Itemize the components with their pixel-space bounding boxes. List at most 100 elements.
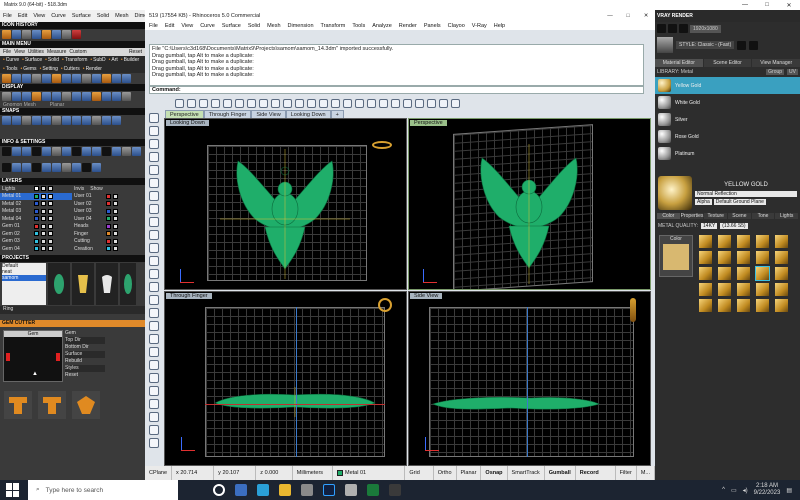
- material-tab[interactable]: Tone: [751, 213, 775, 219]
- project-thumb[interactable]: [96, 262, 118, 305]
- cutter-thumb[interactable]: [38, 390, 66, 419]
- gem-option[interactable]: Styles: [65, 364, 105, 372]
- toolbar-icon[interactable]: [199, 98, 208, 108]
- display-mode-label[interactable]: Planar: [50, 102, 64, 108]
- layer-color-swatch[interactable]: [106, 208, 111, 214]
- side-tool-icon[interactable]: [149, 425, 159, 435]
- layer-color-swatch[interactable]: [106, 238, 111, 244]
- tool-icon[interactable]: [112, 74, 121, 83]
- viewport-label[interactable]: Looking Down: [166, 120, 209, 126]
- layer-row[interactable]: Gem 01: [0, 223, 72, 231]
- snap-icon[interactable]: [22, 116, 31, 125]
- side-tool-icon[interactable]: [149, 165, 159, 175]
- layer-color-swatch[interactable]: [106, 216, 111, 222]
- layer-indicator[interactable]: Metal 01: [333, 466, 406, 480]
- metal-swatch[interactable]: [755, 266, 770, 281]
- viewport-through-finger[interactable]: Through Finger: [164, 291, 407, 466]
- layer-visibility-toggle[interactable]: [113, 201, 118, 207]
- layer-row[interactable]: Metal 04: [0, 215, 72, 223]
- rhino-app-icon[interactable]: [389, 484, 401, 496]
- layer-visibility-toggle[interactable]: [41, 193, 46, 199]
- toolbar-icon[interactable]: [415, 98, 424, 108]
- layer-color-swatch[interactable]: [106, 193, 111, 199]
- snap-icon[interactable]: [42, 116, 51, 125]
- status-toggle[interactable]: Gumball: [545, 466, 576, 480]
- vray-tab[interactable]: Material Editor: [655, 59, 703, 67]
- toolbar-icon[interactable]: [259, 98, 268, 108]
- metal-swatch[interactable]: [737, 299, 750, 312]
- material-tab[interactable]: Scene: [728, 213, 751, 219]
- tool-icon[interactable]: [62, 74, 71, 83]
- uv-control[interactable]: UV: [787, 69, 798, 75]
- status-toggle[interactable]: SmartTrack: [508, 466, 545, 480]
- side-tool-icon[interactable]: [149, 256, 159, 266]
- layer-visibility-toggle[interactable]: [113, 231, 118, 237]
- layer-color-swatch[interactable]: [34, 246, 39, 252]
- side-tool-icon[interactable]: [149, 386, 159, 396]
- side-tool-icon[interactable]: [149, 191, 159, 201]
- layer-row[interactable]: Finger: [72, 230, 144, 238]
- info-icon[interactable]: [32, 147, 41, 156]
- metal-swatch[interactable]: [699, 299, 712, 312]
- side-tool-icon[interactable]: [149, 282, 159, 292]
- layer-color-swatch[interactable]: [106, 201, 111, 207]
- tool-icon[interactable]: [42, 74, 51, 83]
- layer-color-swatch[interactable]: [106, 246, 111, 252]
- edge-icon[interactable]: [257, 484, 269, 496]
- snap-icon[interactable]: [62, 116, 71, 125]
- ring-gizmo-icon[interactable]: [372, 141, 392, 149]
- alpha-label[interactable]: Alpha: [695, 198, 712, 205]
- rhino-menu-item[interactable]: Mesh: [267, 23, 280, 29]
- side-tool-icon[interactable]: [149, 321, 159, 331]
- viewport-label[interactable]: Through Finger: [166, 293, 212, 299]
- display-icon[interactable]: [112, 92, 121, 101]
- gem-option[interactable]: Reset: [65, 371, 105, 379]
- layer-row[interactable]: Gem 02: [0, 230, 72, 238]
- status-toggle[interactable]: Record History: [576, 466, 616, 490]
- layer-color-swatch[interactable]: [34, 231, 39, 237]
- display-icon[interactable]: [32, 92, 41, 101]
- rhino-menu-item[interactable]: Tools: [352, 23, 365, 29]
- render-icon[interactable]: [668, 24, 677, 33]
- tool-icon[interactable]: [12, 74, 21, 83]
- info-icon[interactable]: [72, 147, 81, 156]
- ring-gizmo-icon[interactable]: [378, 298, 392, 312]
- rhino-menu-item[interactable]: Panels: [424, 23, 441, 29]
- taskbar-search[interactable]: ⌕ Type here to search: [28, 480, 178, 500]
- metal-swatch[interactable]: [756, 251, 769, 264]
- layer-row[interactable]: User 02: [72, 200, 144, 208]
- layer-lock-toggle[interactable]: [48, 186, 53, 192]
- toolbar-icon[interactable]: [331, 98, 340, 108]
- gem-option[interactable]: Rebuild: [65, 357, 105, 365]
- material-item[interactable]: Platinum: [655, 145, 800, 162]
- metal-swatch[interactable]: [718, 235, 731, 248]
- side-tool-icon[interactable]: [149, 399, 159, 409]
- layer-row[interactable]: Metal 01: [0, 192, 72, 200]
- show-label[interactable]: Show: [90, 186, 103, 192]
- info-icon[interactable]: [12, 147, 21, 156]
- layer-lock-toggle[interactable]: [48, 201, 53, 207]
- viewport-label[interactable]: Perspective: [410, 120, 447, 126]
- main-menu-item[interactable]: Surface: [22, 57, 42, 63]
- history-icon[interactable]: [12, 30, 21, 39]
- layer-color-swatch[interactable]: [106, 223, 111, 229]
- side-tool-icon[interactable]: [149, 178, 159, 188]
- layer-lock-toggle[interactable]: [48, 193, 53, 199]
- ground-plane-select[interactable]: Default Ground Plane: [713, 198, 766, 205]
- main-menu-item[interactable]: Gems: [20, 66, 36, 72]
- menu-item[interactable]: Edit: [18, 13, 27, 19]
- main-menu-item[interactable]: Tools: [3, 66, 18, 72]
- metal-swatch[interactable]: [737, 235, 750, 248]
- rhino-menu-item[interactable]: Surface: [222, 23, 241, 29]
- gem-option[interactable]: Bottom Dir: [65, 343, 105, 351]
- toolbar-icon[interactable]: [343, 98, 352, 108]
- metal-swatch[interactable]: [756, 235, 769, 248]
- history-icon[interactable]: [22, 30, 31, 39]
- task-view-icon[interactable]: [235, 484, 247, 496]
- toolbar-icon[interactable]: [223, 98, 232, 108]
- layer-lock-toggle[interactable]: [48, 238, 53, 244]
- side-tool-icon[interactable]: [149, 360, 159, 370]
- render-icon[interactable]: [657, 24, 666, 33]
- toolbar-icon[interactable]: [367, 98, 376, 108]
- status-toggle[interactable]: Grid Snap: [405, 466, 434, 490]
